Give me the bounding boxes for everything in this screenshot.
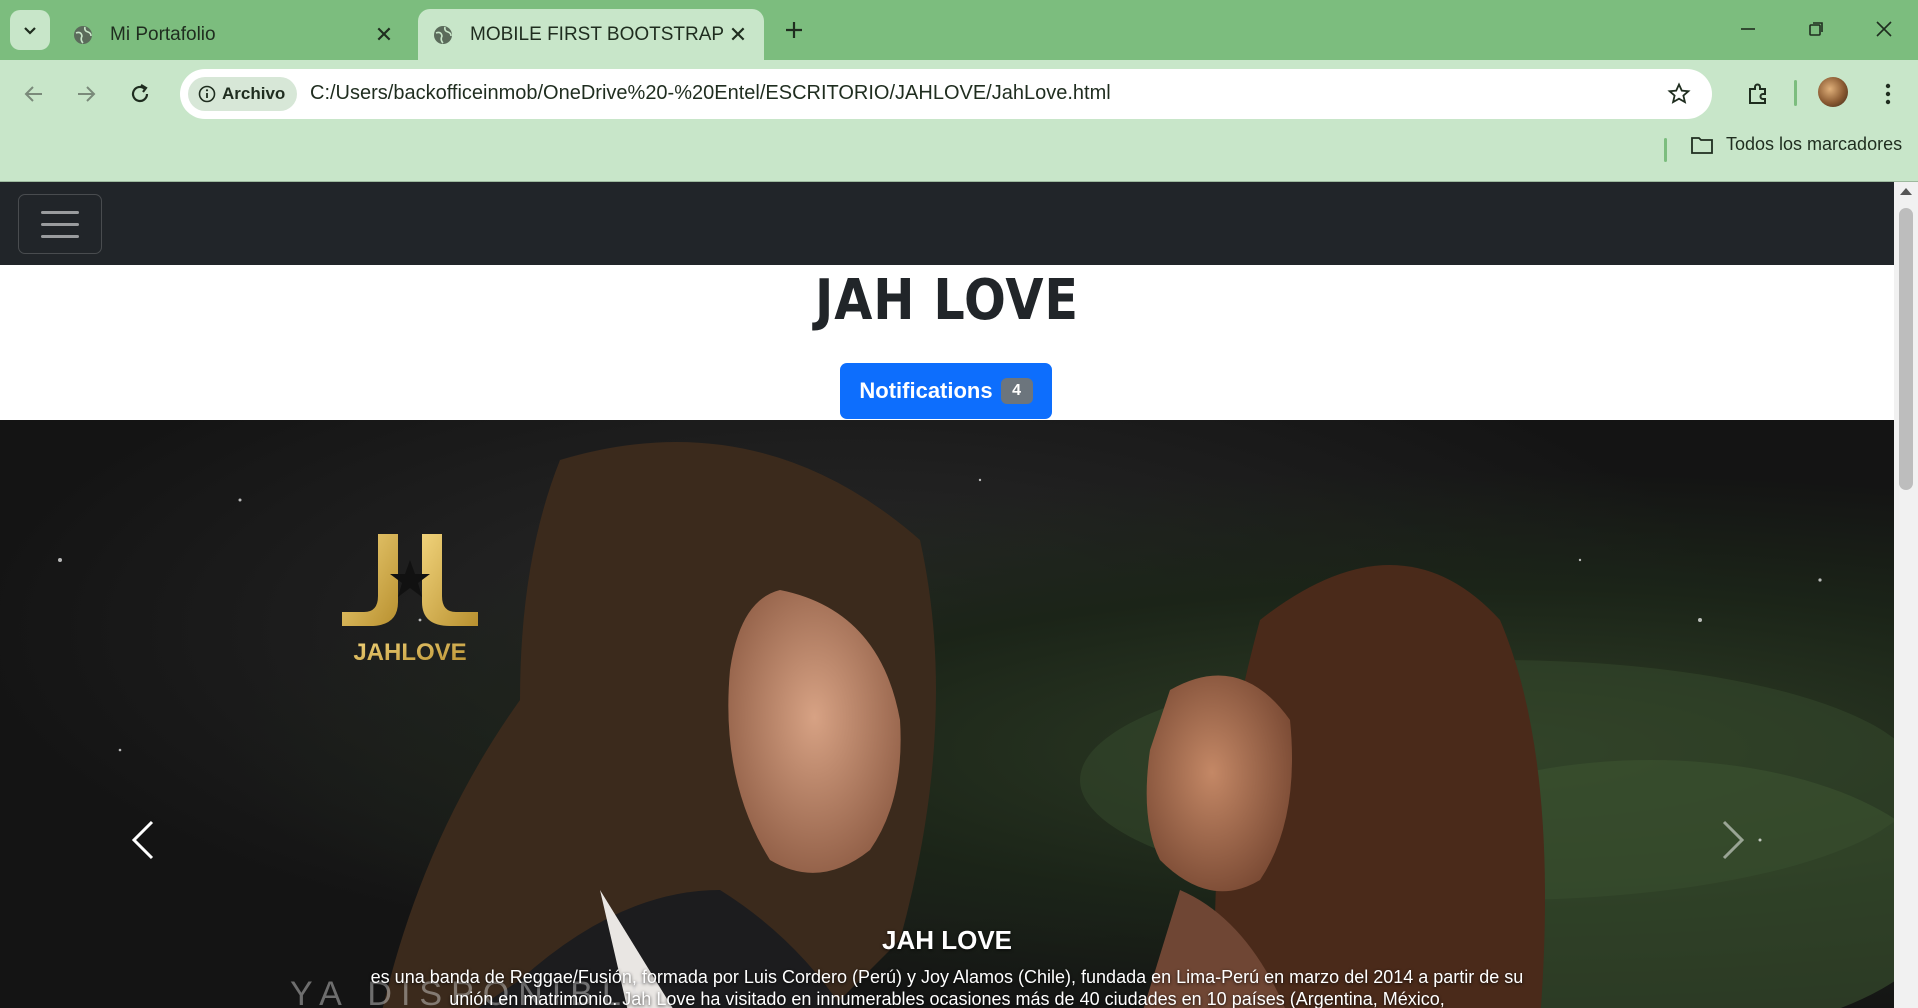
carousel-caption-text: es una banda de Reggae/Fusión, formada p… <box>370 967 1524 1008</box>
tab-mobile-first-bootstrap[interactable]: MOBILE FIRST BOOTSTRAP ✕ <box>418 9 764 60</box>
info-icon <box>198 85 216 103</box>
tab-title: MOBILE FIRST BOOTSTRAP <box>470 23 724 45</box>
navbar-toggler-button[interactable] <box>18 194 102 254</box>
address-bar[interactable]: Archivo C:/Users/backofficeinmob/OneDriv… <box>180 69 1712 119</box>
page-scrollbar[interactable] <box>1894 182 1918 1008</box>
tab-strip: Mi Portafolio ✕ MOBILE FIRST BOOTSTRAP ✕ <box>0 0 1918 60</box>
url-text[interactable]: C:/Users/backofficeinmob/OneDrive%20-%20… <box>310 82 1111 105</box>
site-info-label: Archivo <box>222 84 286 103</box>
notifications-label: Notifications <box>859 378 993 403</box>
scroll-up-arrow-icon[interactable] <box>1900 188 1912 195</box>
arrow-right-icon <box>78 86 96 102</box>
minimize-button[interactable] <box>1720 8 1776 50</box>
forward-button[interactable] <box>66 74 106 114</box>
carousel-photo <box>58 442 1894 1008</box>
close-tab-icon[interactable]: ✕ <box>370 21 398 49</box>
bookmarks-divider <box>1664 138 1667 162</box>
all-bookmarks-button[interactable]: Todos los marcadores <box>1690 134 1902 155</box>
chevron-right-icon <box>1722 820 1745 860</box>
hamburger-line <box>41 234 79 238</box>
tab-search-button[interactable] <box>10 10 50 50</box>
more-vertical-icon <box>1885 83 1891 105</box>
restore-button[interactable] <box>1788 8 1844 50</box>
puzzle-icon <box>1749 83 1766 104</box>
close-icon <box>1876 21 1892 37</box>
chevron-down-icon <box>24 27 36 35</box>
logo-text: JAHLOVE <box>353 639 466 666</box>
back-button[interactable] <box>14 74 54 114</box>
tab-mi-portafolio[interactable]: Mi Portafolio ✕ <box>58 9 410 60</box>
jahlove-logo: JAHLOVE <box>342 534 478 666</box>
extensions-button[interactable] <box>1738 74 1778 114</box>
toolbar-divider <box>1794 80 1797 106</box>
notifications-count-badge: 4 <box>1000 378 1033 404</box>
chevron-left-icon <box>131 820 154 860</box>
folder-icon <box>1691 136 1713 154</box>
site-info-chip[interactable]: Archivo <box>188 77 298 111</box>
notifications-button[interactable]: Notifications 4 <box>840 363 1052 419</box>
new-tab-button[interactable] <box>776 12 812 48</box>
scrollbar-thumb[interactable] <box>1899 208 1913 490</box>
hamburger-line <box>41 222 79 226</box>
tab-title: Mi Portafolio <box>110 23 216 45</box>
globe-icon <box>432 24 454 46</box>
carousel-caption-title: JAH LOVE <box>881 925 1013 955</box>
site-navbar <box>0 182 1894 265</box>
hero-carousel: JAHLOVE YA DISPONIBLE JAH LOVE es una ba… <box>0 420 1894 1008</box>
page-viewport: JAH LOVE Notifications 4 JAHLOVE YA DISP… <box>0 182 1894 1008</box>
profile-avatar[interactable] <box>1818 77 1848 107</box>
plus-icon <box>786 22 802 38</box>
page-title: JAH LOVE <box>815 268 1079 333</box>
reload-button[interactable] <box>120 74 160 114</box>
reload-icon <box>131 84 149 103</box>
globe-icon <box>72 24 94 46</box>
browser-toolbar: Archivo C:/Users/backofficeinmob/OneDriv… <box>0 60 1918 182</box>
hamburger-line <box>41 210 79 214</box>
carousel-prev-button[interactable] <box>122 810 162 870</box>
restore-icon <box>1809 22 1823 36</box>
carousel-next-button[interactable] <box>1714 810 1754 870</box>
arrow-left-icon <box>24 86 42 102</box>
bookmark-star-icon[interactable] <box>1666 81 1692 107</box>
close-window-button[interactable] <box>1856 8 1912 50</box>
browser-menu-button[interactable] <box>1870 74 1906 114</box>
bookmarks-label: Todos los marcadores <box>1726 134 1903 154</box>
minimize-icon <box>1741 28 1755 30</box>
close-tab-icon[interactable]: ✕ <box>724 21 752 49</box>
